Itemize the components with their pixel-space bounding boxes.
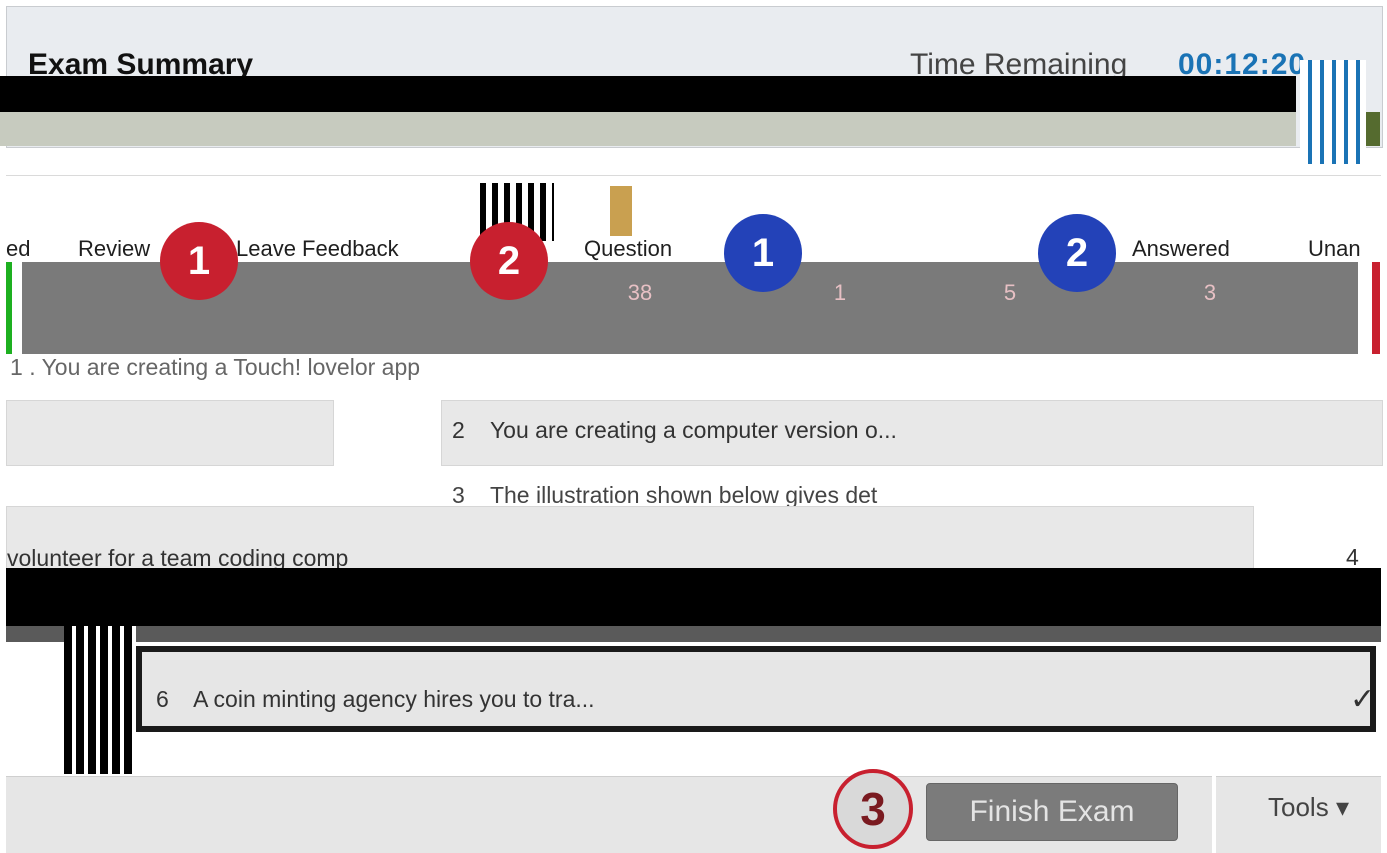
step-badge-2: 2 — [470, 222, 548, 300]
stat-1: 1 — [833, 280, 847, 305]
status-bar-left — [6, 262, 12, 354]
question-row-6[interactable]: 6 A coin minting agency hires you to tra… — [136, 646, 1376, 732]
question-text: A coin minting agency hires you to tra..… — [193, 686, 595, 712]
step-badge-1: 1 — [160, 222, 238, 300]
stat-question-total: 38 — [627, 280, 653, 305]
question-separator — [6, 568, 1381, 626]
footer-divider — [1212, 776, 1216, 853]
legend-marked: ed — [6, 236, 31, 261]
leave-feedback-link[interactable]: Leave Feedback — [236, 236, 399, 262]
legend-question: Question — [584, 236, 673, 261]
question-row-4[interactable]: volunteer for a team coding comp — [6, 506, 1254, 571]
timer-decoration — [1300, 60, 1366, 164]
step-number-badge: 3 — [833, 769, 913, 849]
question-number: 2 — [452, 417, 465, 443]
check-icon: ✓ — [1350, 683, 1376, 716]
header-divider-bar — [0, 76, 1296, 112]
tools-label: Tools — [1268, 792, 1329, 822]
question-number: 1 — [10, 354, 23, 380]
legend-unanswered: Unan — [1308, 236, 1361, 261]
review-link[interactable]: Review — [78, 236, 150, 262]
chevron-down-icon: ▾ — [1335, 792, 1349, 822]
question-number: 6 — [156, 686, 169, 712]
question-number: 3 — [452, 482, 465, 508]
question-text: You are creating a computer version o... — [489, 417, 897, 443]
question-row-2[interactable]: 2 You are creating a computer version o.… — [441, 400, 1383, 466]
exam-summary-page: Exam Summary Time Remaining 00:12:20 ed … — [0, 0, 1387, 853]
tools-menu-button[interactable]: Tools ▾ — [1268, 792, 1349, 823]
finish-exam-button[interactable]: Finish Exam — [926, 783, 1178, 841]
question-row-3[interactable]: 3 The illustration shown below gives det — [452, 482, 877, 509]
row-marker — [64, 626, 136, 774]
question-strip — [6, 626, 1381, 642]
stat-3: 3 — [1203, 280, 1217, 305]
toolbar-accent — [610, 186, 632, 236]
question-text: You are creating a Touch! lovelor app — [41, 354, 421, 380]
status-bar-right — [1372, 262, 1380, 354]
question-number-4: 4 — [1346, 544, 1359, 570]
stat-2: 5 — [1003, 280, 1017, 305]
step-badge-4: 2 — [1038, 214, 1116, 292]
question-row-1[interactable]: 1 . You are creating a Touch! lovelor ap… — [10, 354, 420, 381]
step-badge-3: 1 — [724, 214, 802, 292]
question-text: The illustration shown below gives det — [489, 482, 878, 508]
question-tile-left[interactable] — [6, 400, 334, 466]
accent-block — [1366, 112, 1380, 146]
intro-strip — [6, 175, 1381, 202]
header-sub-bar — [0, 112, 1296, 146]
legend-answered: Answered — [1132, 236, 1230, 261]
